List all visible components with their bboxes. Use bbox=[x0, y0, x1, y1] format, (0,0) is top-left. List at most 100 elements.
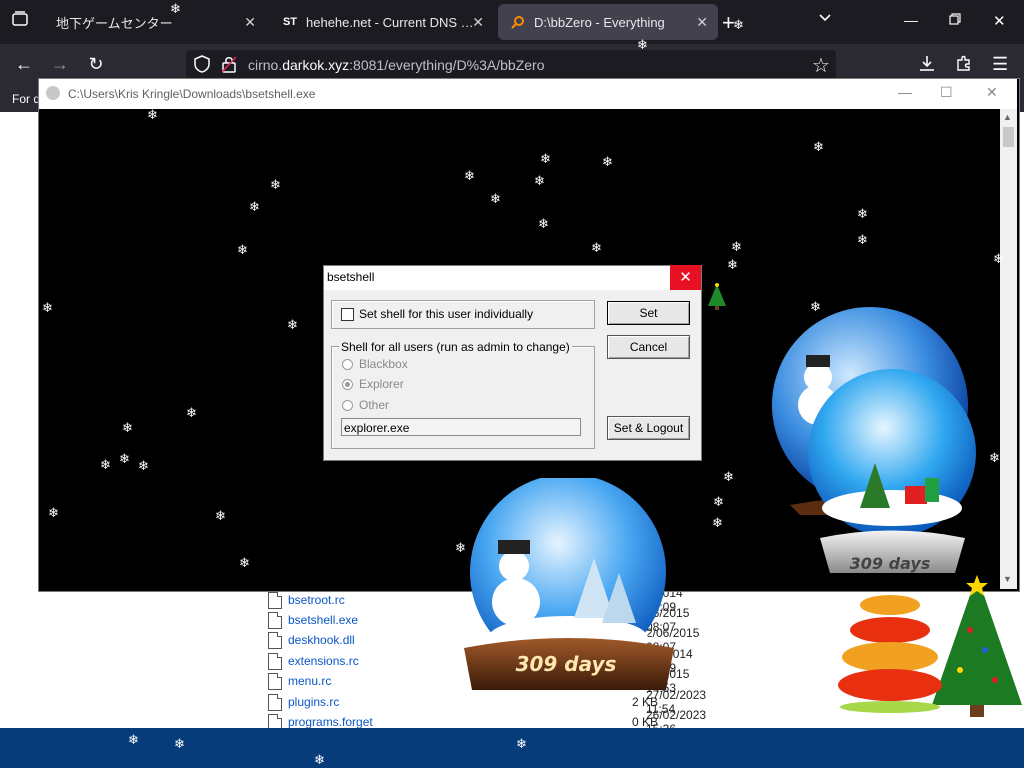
dialog-close-button[interactable]: ✕ bbox=[670, 265, 701, 290]
snowflake-icon: ❄ bbox=[813, 139, 824, 154]
snowflake-icon: ❄ bbox=[22, 624, 33, 639]
snowflake-icon: ❄ bbox=[147, 107, 158, 122]
snowflake-icon: ❄ bbox=[857, 206, 868, 221]
tab-2[interactable]: ST hehehe.net - Current DNS reco ✕ bbox=[270, 4, 494, 40]
back-arrow-icon[interactable]: ← bbox=[12, 52, 36, 76]
center-globe-days-label: 309 days bbox=[515, 652, 617, 676]
close-browser-icon[interactable]: ✕ bbox=[993, 12, 1006, 30]
file-icon bbox=[268, 693, 282, 711]
downloads-icon[interactable] bbox=[918, 54, 936, 77]
close-icon[interactable]: ✕ bbox=[696, 14, 708, 31]
tab-overview-icon[interactable] bbox=[8, 10, 32, 34]
snowflake-icon: ❄ bbox=[119, 451, 130, 466]
shield-icon[interactable] bbox=[194, 55, 210, 78]
file-row[interactable]: bsetshell.exe 06/2015 08:07 bbox=[268, 606, 689, 634]
window-minimize-icon[interactable]: — bbox=[898, 84, 912, 100]
radio-explorer[interactable] bbox=[342, 379, 353, 390]
snowflake-icon: ❄ bbox=[42, 300, 53, 315]
cancel-button[interactable]: Cancel bbox=[607, 335, 690, 359]
file-row[interactable]: plugins.rc 2 KB 27/02/2023 11:54 bbox=[268, 688, 706, 716]
snowflake-icon: ❄ bbox=[48, 505, 59, 520]
snowflake-icon: ❄ bbox=[100, 457, 111, 472]
christmas-tree-cursor-icon bbox=[706, 282, 728, 317]
snowflake-icon: ❄ bbox=[993, 251, 1004, 266]
spiral-candy-decoration bbox=[835, 585, 945, 720]
file-icon bbox=[268, 652, 282, 670]
individual-shell-checkbox[interactable] bbox=[341, 308, 354, 321]
forward-arrow-icon[interactable]: → bbox=[48, 52, 72, 76]
file-icon bbox=[268, 591, 282, 609]
tab-list-chevron-icon[interactable] bbox=[818, 8, 832, 29]
site-icon: ST bbox=[282, 16, 298, 28]
file-row[interactable]: deskhook.dll2/06/2015 08:07 bbox=[268, 626, 699, 654]
app-icon bbox=[46, 86, 60, 100]
radio-explorer-label: Explorer bbox=[359, 377, 404, 391]
snowflake-icon: ❄ bbox=[174, 736, 185, 751]
file-icon bbox=[268, 631, 282, 649]
snowflake-icon: ❄ bbox=[540, 151, 551, 166]
snowflake-icon: ❄ bbox=[591, 240, 602, 255]
close-icon[interactable]: ✕ bbox=[244, 14, 256, 31]
minimize-browser-icon[interactable]: — bbox=[904, 12, 918, 28]
lock-icon[interactable] bbox=[221, 55, 237, 78]
close-icon[interactable]: ✕ bbox=[472, 14, 484, 31]
snowflake-icon: ❄ bbox=[287, 317, 298, 332]
snowflake-icon: ❄ bbox=[602, 154, 613, 169]
snowflake-icon: ❄ bbox=[731, 239, 742, 254]
snowflake-icon: ❄ bbox=[712, 515, 723, 530]
snowflake-icon: ❄ bbox=[857, 232, 868, 247]
file-name-link[interactable]: programs.forget bbox=[288, 715, 373, 729]
snowflake-icon: ❄ bbox=[270, 177, 281, 192]
tab-1[interactable]: 地下ゲームセンター ✕ bbox=[42, 4, 266, 40]
tab-3-active[interactable]: D:\bbZero - Everything ✕ bbox=[498, 4, 718, 40]
radio-other[interactable] bbox=[342, 400, 353, 411]
url-text[interactable]: cirno.darkok.xyz:8081/everything/D%3A/bb… bbox=[248, 57, 545, 73]
file-icon bbox=[268, 672, 282, 690]
radio-blackbox-label: Blackbox bbox=[359, 357, 408, 371]
snowflake-icon: ❄ bbox=[170, 1, 181, 16]
file-row[interactable]: bsetroot.rc 0/2014 12:09 bbox=[268, 586, 683, 614]
shell-path-input[interactable]: explorer.exe bbox=[341, 418, 581, 436]
individual-shell-label: Set shell for this user individually bbox=[359, 307, 534, 321]
radio-blackbox[interactable] bbox=[342, 359, 353, 370]
snowflake-icon: ❄ bbox=[713, 494, 724, 509]
file-name-link[interactable]: extensions.rc bbox=[288, 654, 359, 668]
file-name-link[interactable]: menu.rc bbox=[288, 674, 331, 688]
snowflake-icon: ❄ bbox=[637, 37, 648, 52]
window-close-icon[interactable]: ✕ bbox=[986, 84, 998, 101]
window-scrollbar[interactable] bbox=[1000, 109, 1017, 589]
snowflake-icon: ❄ bbox=[122, 420, 133, 435]
dialog-titlebar[interactable] bbox=[324, 266, 700, 290]
scroll-up-arrow-icon[interactable]: ▲ bbox=[1003, 112, 1012, 122]
extensions-puzzle-icon[interactable] bbox=[955, 54, 973, 77]
snowflake-icon: ❄ bbox=[733, 17, 744, 32]
snowflake-icon: ❄ bbox=[314, 752, 325, 767]
snowflake-icon: ❄ bbox=[490, 191, 501, 206]
search-icon bbox=[510, 14, 526, 30]
reload-icon[interactable]: ↻ bbox=[84, 52, 108, 76]
snowflake-icon: ❄ bbox=[464, 168, 475, 183]
set-and-logout-button[interactable]: Set & Logout bbox=[607, 416, 690, 440]
radio-other-label: Other bbox=[359, 398, 390, 412]
snowflake-icon: ❄ bbox=[239, 555, 250, 570]
tab-3-title: D:\bbZero - Everything bbox=[534, 14, 665, 30]
snowflake-icon: ❄ bbox=[128, 732, 139, 747]
file-name-link[interactable]: bsetroot.rc bbox=[288, 593, 345, 607]
snow-globe-center bbox=[444, 474, 684, 718]
set-button[interactable]: Set bbox=[607, 301, 690, 325]
right-globe-days-label: 309 days bbox=[849, 554, 931, 573]
menu-hamburger-icon[interactable]: ☰ bbox=[992, 54, 1008, 75]
file-row[interactable]: menu.rc02/2015 14:53 bbox=[268, 667, 689, 695]
snowflake-icon: ❄ bbox=[237, 242, 248, 257]
file-name-link[interactable]: bsetshell.exe bbox=[288, 613, 358, 627]
scrollbar-thumb[interactable] bbox=[1003, 127, 1014, 147]
file-name-link[interactable]: deskhook.dll bbox=[288, 633, 355, 647]
snowflake-icon: ❄ bbox=[723, 469, 734, 484]
bookmarks-text: For q bbox=[12, 92, 41, 106]
file-name-link[interactable]: plugins.rc bbox=[288, 695, 339, 709]
bookmark-star-icon[interactable]: ☆ bbox=[812, 53, 830, 78]
restore-browser-icon[interactable] bbox=[948, 12, 962, 31]
snowflake-icon: ❄ bbox=[249, 199, 260, 214]
file-row[interactable]: extensions.rc/10/2014 12:09 bbox=[268, 647, 693, 675]
window-maximize-icon[interactable]: ☐ bbox=[940, 84, 953, 101]
